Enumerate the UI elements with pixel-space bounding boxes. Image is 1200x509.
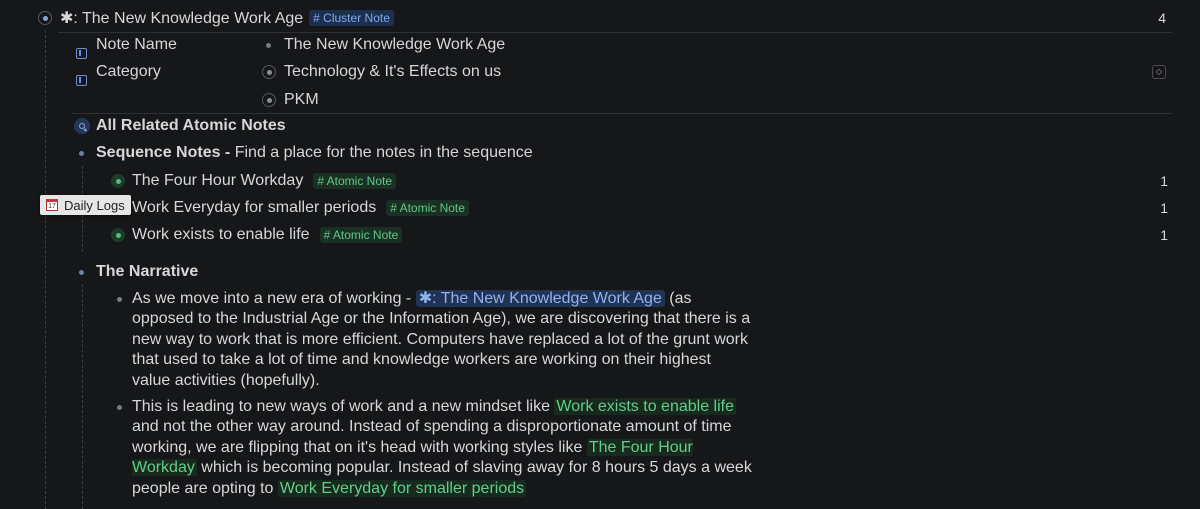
page-bullet[interactable] xyxy=(111,228,125,242)
property-name[interactable]: Category xyxy=(96,63,161,81)
cluster-note-title[interactable]: ✱: The New Knowledge Work Age xyxy=(60,8,303,28)
property-icon xyxy=(76,74,87,86)
atomic-note-tag[interactable]: # Atomic Note xyxy=(313,173,397,189)
sequence-item[interactable]: The Four Hour Workday # Atomic Note 1 xyxy=(0,168,1200,194)
calendar-icon: 17 xyxy=(46,199,58,211)
atomic-note-title[interactable]: The Four Hour Workday xyxy=(132,172,303,190)
sequence-item[interactable]: Work Everyday for smaller periods # Atom… xyxy=(0,195,1200,221)
narrative-label[interactable]: The Narrative xyxy=(96,263,198,281)
sequence-item[interactable]: Work exists to enable life # Atomic Note… xyxy=(0,222,1200,248)
reference-count[interactable]: 4 xyxy=(1158,10,1166,26)
atomic-note-link[interactable]: Work exists to enable life xyxy=(554,398,736,415)
property-value[interactable]: Technology & It's Effects on us xyxy=(284,63,501,81)
property-value[interactable]: The New Knowledge Work Age xyxy=(284,36,505,54)
reference-count[interactable]: 1 xyxy=(1160,227,1168,243)
value-bullet[interactable] xyxy=(262,93,276,107)
sequence-label: Sequence Notes - xyxy=(96,144,231,161)
sequence-hint: Find a place for the notes in the sequen… xyxy=(234,144,533,161)
property-row-category[interactable]: Category Technology & It's Effects on us… xyxy=(0,59,1200,86)
tooltip-label: Daily Logs xyxy=(64,197,125,213)
cluster-note-tag[interactable]: # Cluster Note xyxy=(309,10,394,26)
block-bullet[interactable] xyxy=(117,297,122,302)
property-name[interactable]: Note Name xyxy=(96,36,177,54)
property-icon xyxy=(76,47,87,59)
query-title[interactable]: All Related Atomic Notes xyxy=(96,117,286,135)
narrative-paragraph-2[interactable]: This is leading to new ways of work and … xyxy=(132,397,752,499)
search-icon xyxy=(74,118,90,134)
narrative-paragraph-1[interactable]: As we move into a new era of working - ✱… xyxy=(132,289,752,391)
cluster-note-row[interactable]: ✱: The New Knowledge Work Age # Cluster … xyxy=(0,5,1200,31)
value-bullet xyxy=(266,43,271,48)
value-bullet[interactable] xyxy=(262,65,276,79)
block-bullet[interactable] xyxy=(38,11,52,25)
outline-guide-line xyxy=(82,284,83,509)
block-bullet[interactable] xyxy=(79,270,84,275)
atomic-note-tag[interactable]: # Atomic Note xyxy=(386,200,469,216)
reference-count[interactable]: 1 xyxy=(1160,173,1168,189)
paragraph-text: This is leading to new ways of work and … xyxy=(132,398,555,415)
property-value[interactable]: PKM xyxy=(284,91,319,109)
narrative-row[interactable]: The Narrative xyxy=(0,259,1200,285)
atomic-note-title[interactable]: Work exists to enable life xyxy=(132,226,310,244)
property-row-note-name[interactable]: Note Name The New Knowledge Work Age xyxy=(0,32,1200,59)
sequence-notes-row[interactable]: Sequence Notes - Find a place for the no… xyxy=(0,140,1200,166)
query-row[interactable]: All Related Atomic Notes xyxy=(0,113,1200,139)
daily-logs-tooltip[interactable]: 17 Daily Logs xyxy=(40,195,131,215)
block-bullet[interactable] xyxy=(79,151,84,156)
chevron-updown-icon[interactable]: ◇ xyxy=(1152,65,1166,79)
paragraph-text: As we move into a new era of working - xyxy=(132,290,416,307)
block-bullet[interactable] xyxy=(117,405,122,410)
property-row-category-value[interactable]: PKM xyxy=(0,87,1200,113)
atomic-note-title[interactable]: Work Everyday for smaller periods xyxy=(132,199,376,217)
atomic-note-link[interactable]: Work Everyday for smaller periods xyxy=(277,479,527,497)
atomic-note-tag[interactable]: # Atomic Note xyxy=(319,227,403,243)
cluster-note-link[interactable]: ✱: The New Knowledge Work Age xyxy=(415,290,665,307)
page-bullet[interactable] xyxy=(111,174,125,188)
reference-count[interactable]: 1 xyxy=(1160,200,1168,216)
